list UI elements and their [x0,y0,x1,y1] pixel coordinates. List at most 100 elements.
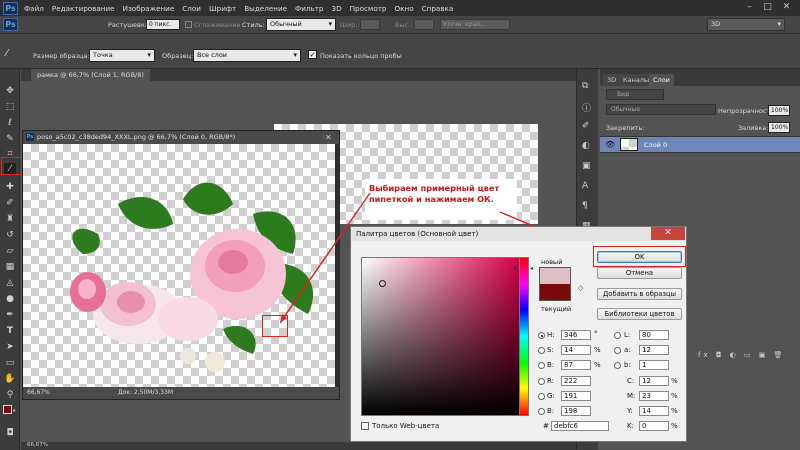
quick-mask-icon[interactable]: ◘ [4,427,16,439]
type-tool-icon[interactable]: T [4,325,16,337]
path-select-tool-icon[interactable]: ➤ [4,341,16,353]
fill-input[interactable]: 100% [768,122,790,133]
shape-tool-icon[interactable]: ▭ [4,357,16,369]
dodge-tool-icon[interactable]: ● [4,293,16,305]
document-close-icon[interactable]: ✕ [325,131,332,144]
hand-tool-icon[interactable]: ✋ [4,373,16,385]
brush-panel-icon[interactable]: ✐ [582,121,590,131]
pen-tool-icon[interactable]: ✒ [4,309,16,321]
hue-slider[interactable] [519,257,529,416]
styles-panel-icon[interactable]: ▣ [582,161,591,171]
document-title[interactable]: poso_a5c02_c38ded94_XXXL.png @ 66,7% (Сл… [23,131,339,144]
black-input[interactable]: 0 [639,421,669,431]
zoom-level[interactable]: 66,67% [27,387,50,399]
character-panel-icon[interactable]: A [582,181,588,191]
refine-edge-button[interactable]: Уточн. край... [440,19,510,30]
maximize-button[interactable]: □ [760,1,775,14]
sample-size-select[interactable]: Точка [89,49,155,62]
minimize-button[interactable]: – [742,1,757,14]
history-brush-tool-icon[interactable]: ↺ [4,229,16,241]
menu-window[interactable]: Окно [391,4,418,13]
color-libraries-button[interactable]: Библиотеки цветов [597,308,682,320]
menu-layer[interactable]: Слои [178,4,205,13]
feather-input[interactable]: 0 пикс. [146,19,180,30]
move-tool-icon[interactable]: ✥ [4,85,16,97]
brightness-radio[interactable] [538,362,545,369]
red-input[interactable]: 222 [561,376,591,386]
blue-radio[interactable] [538,408,545,415]
saturation-input[interactable]: 14 [561,345,591,355]
menu-image[interactable]: Изображение [119,4,179,13]
menu-select[interactable]: Выделение [240,4,291,13]
opacity-input[interactable]: 100% [768,105,790,116]
cancel-button[interactable]: Отмена [597,267,682,279]
brightness-input[interactable]: 87 [561,360,591,370]
hue-slider-left-arrow[interactable]: ▸ [514,265,517,272]
hue-slider-right-arrow[interactable]: ◂ [530,265,533,272]
layer-filter-select[interactable]: Вид [606,89,664,100]
menu-help[interactable]: Справка [418,4,458,13]
menu-edit[interactable]: Редактирование [48,4,119,13]
marquee-tool-icon[interactable]: ⬚ [4,101,16,113]
adjustments-panel-icon[interactable]: ◐ [582,141,590,151]
eyedropper-preset-icon[interactable]: ⁄ [6,48,8,59]
add-to-swatches-button[interactable]: Добавить в образцы [597,288,682,300]
b-channel-input[interactable]: 1 [639,360,669,370]
red-radio[interactable] [538,378,545,385]
info-panel-icon[interactable]: ⓘ [582,101,591,114]
workspace-select[interactable]: 3D [707,18,785,31]
lightness-input[interactable]: 80 [639,330,669,340]
lightness-radio[interactable] [614,332,621,339]
eraser-tool-icon[interactable]: ▱ [4,245,16,257]
brush-tool-icon[interactable]: ✐ [4,197,16,209]
close-app-button[interactable]: ✕ [779,1,794,14]
menu-3d[interactable]: 3D [328,4,346,13]
web-colors-checkbox[interactable] [361,422,369,430]
hex-input[interactable]: debfc6 [551,421,609,431]
width-input[interactable] [360,19,380,30]
green-input[interactable]: 191 [561,391,591,401]
gradient-tool-icon[interactable]: ▦ [4,261,16,273]
magenta-input[interactable]: 23 [639,391,669,401]
cyan-input[interactable]: 12 [639,376,669,386]
quick-select-tool-icon[interactable]: ✎ [4,133,16,145]
visibility-eye-icon[interactable]: 👁 [605,140,615,149]
saturation-radio[interactable] [538,347,545,354]
hue-input[interactable]: 346 [561,330,591,340]
a-channel-radio[interactable] [614,347,621,354]
layer-row[interactable]: 👁 Слой 0 [600,136,800,153]
paragraph-panel-icon[interactable]: ¶ [582,201,588,211]
hue-radio[interactable] [538,332,545,339]
blue-input[interactable]: 198 [561,406,591,416]
zoom-tool-icon[interactable]: ⚲ [4,389,16,401]
sample-select[interactable]: Все слои [193,49,301,62]
healing-brush-tool-icon[interactable]: ✚ [4,181,16,193]
green-radio[interactable] [538,393,545,400]
menu-filter[interactable]: Фильтр [291,4,327,13]
tab-channels[interactable]: Каналы [619,74,654,86]
menu-view[interactable]: Просмотр [346,4,391,13]
a-channel-input[interactable]: 12 [639,345,669,355]
dialog-close-button[interactable]: ✕ [651,227,685,240]
antialias-checkbox[interactable] [185,21,192,28]
height-input[interactable] [414,19,434,30]
foreground-color-swatch[interactable] [3,405,12,414]
tab-3d[interactable]: 3D [603,74,621,86]
blur-tool-icon[interactable]: ◬ [4,277,16,289]
lasso-tool-icon[interactable]: ℓ [4,117,16,129]
tab-layers[interactable]: Слои [649,74,674,86]
layer-name[interactable]: Слой 0 [644,141,667,149]
show-ring-checkbox[interactable]: ✓ [308,50,317,59]
style-select[interactable]: Обычный [266,18,336,31]
menu-type[interactable]: Шрифт [205,4,240,13]
color-picker-cursor[interactable] [379,280,386,287]
history-panel-icon[interactable]: ⧉ [582,81,588,91]
yellow-input[interactable]: 14 [639,406,669,416]
current-color-swatch[interactable] [539,284,571,301]
clone-stamp-tool-icon[interactable]: ♜ [4,213,16,225]
b-channel-radio[interactable] [614,362,621,369]
blend-mode-select[interactable]: Обычные [606,104,716,115]
tab-frame-document[interactable]: рамка @ 66,7% (Слой 1, RGB/8) [31,69,150,81]
menu-file[interactable]: Файл [20,4,48,13]
layer-footer-icons[interactable]: fx ◘ ◐ ▭ ▣ 🗑 [698,351,786,359]
